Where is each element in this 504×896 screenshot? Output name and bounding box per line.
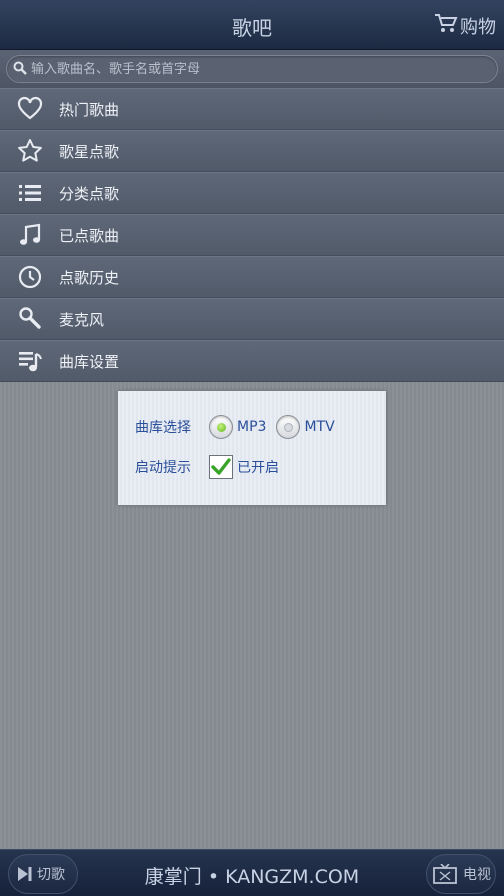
skip-song-button[interactable]: 切歌 (8, 854, 78, 894)
menu-item-hot-songs[interactable]: 热门歌曲 (0, 88, 504, 130)
startup-prompt-row: 启动提示 已开启 (135, 455, 279, 479)
tv-icon (433, 864, 457, 884)
menu-item-singers[interactable]: 歌星点歌 (0, 130, 504, 172)
radio-mtv-label[interactable]: MTV (304, 419, 334, 435)
microphone-icon (17, 306, 43, 332)
search-bar (0, 50, 504, 88)
library-select-row: 曲库选择 MP3 MTV (135, 415, 335, 439)
menu-item-history[interactable]: 点歌历史 (0, 256, 504, 298)
skip-song-label: 切歌 (37, 867, 65, 883)
playlist-settings-icon (17, 348, 43, 374)
checkmark-icon (211, 458, 231, 475)
cart-icon (434, 12, 458, 39)
menu-item-label: 分类点歌 (59, 184, 120, 203)
library-settings-dialog: 曲库选择 MP3 MTV 启动提示 已开启 (118, 391, 386, 505)
menu-item-label: 曲库设置 (59, 352, 120, 371)
top-bar: 歌吧 购物 (0, 0, 504, 50)
radio-selected-indicator (216, 422, 226, 432)
page-title: 歌吧 (232, 16, 272, 40)
library-select-label: 曲库选择 (135, 420, 191, 436)
heart-icon (17, 96, 43, 122)
menu-item-label: 麦克风 (59, 310, 105, 329)
search-input[interactable] (31, 61, 491, 77)
menu-item-label: 已点歌曲 (59, 226, 120, 245)
main-menu: 热门歌曲 歌星点歌 分类点歌 已点歌曲 点歌历史 麦克风 曲库设置 (0, 88, 504, 382)
clock-icon (17, 264, 43, 290)
search-field[interactable] (6, 55, 498, 83)
shopping-button[interactable]: 购物 (434, 12, 496, 39)
startup-prompt-value: 已开启 (237, 460, 279, 476)
shopping-label: 购物 (460, 16, 496, 38)
menu-item-categories[interactable]: 分类点歌 (0, 172, 504, 214)
menu-item-label: 点歌历史 (59, 268, 120, 287)
bottom-bar: 切歌 康掌门 • KANGZM.COM 电视 (0, 849, 504, 896)
search-icon (13, 60, 27, 79)
menu-item-queued[interactable]: 已点歌曲 (0, 214, 504, 256)
startup-prompt-checkbox[interactable] (209, 455, 233, 479)
brand-text: 康掌门 • KANGZM.COM (144, 866, 360, 888)
startup-prompt-label: 启动提示 (135, 460, 191, 476)
radio-mtv[interactable] (276, 415, 301, 439)
menu-item-label: 歌星点歌 (59, 142, 120, 161)
menu-item-microphone[interactable]: 麦克风 (0, 298, 504, 340)
music-note-icon (17, 222, 43, 248)
list-icon (17, 180, 43, 206)
menu-item-label: 热门歌曲 (59, 100, 120, 119)
radio-unselected-indicator (283, 422, 293, 432)
skip-icon (18, 867, 32, 881)
radio-mp3[interactable] (209, 415, 233, 439)
tv-button[interactable]: 电视 (426, 854, 496, 894)
radio-mp3-label[interactable]: MP3 (237, 419, 266, 435)
menu-item-library-settings[interactable]: 曲库设置 (0, 340, 504, 382)
tv-label: 电视 (463, 867, 491, 883)
star-icon (17, 138, 43, 164)
